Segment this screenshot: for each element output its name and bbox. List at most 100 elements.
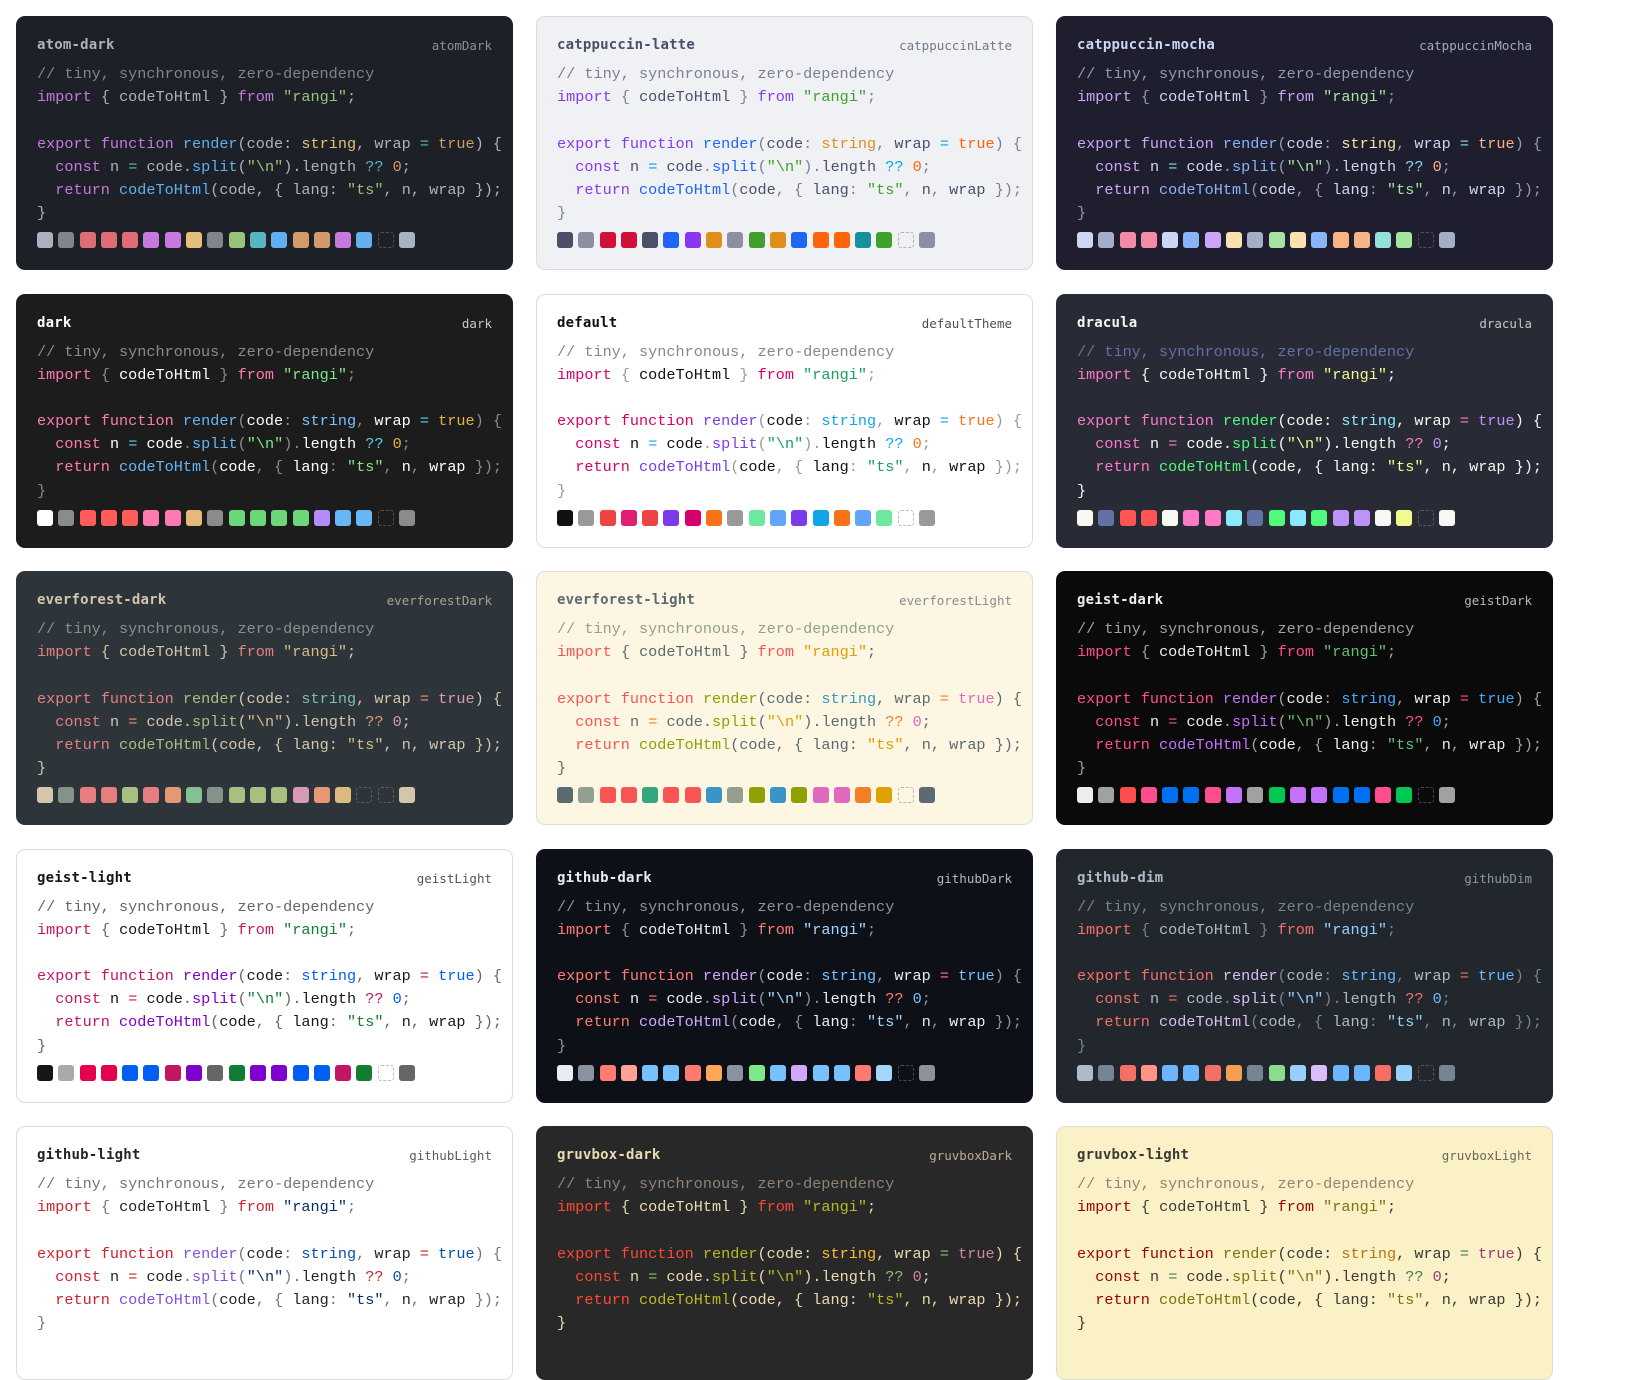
code-token: , <box>930 458 940 477</box>
theme-card-catppuccin-mocha[interactable]: catppuccin-mocha catppuccinMocha // tiny… <box>1056 16 1553 270</box>
color-swatch <box>684 509 701 526</box>
code-token: // tiny, synchronous, zero-dependency <box>1077 620 1415 638</box>
theme-card-header: default defaultTheme <box>557 313 1012 333</box>
code-token: }); <box>994 1013 1023 1032</box>
code-token: ( <box>757 689 767 708</box>
theme-card-gruvbox-light[interactable]: gruvbox-light gruvboxLight // tiny, sync… <box>1056 1126 1553 1380</box>
code-token: { <box>492 412 503 431</box>
code-token: code <box>1186 157 1223 176</box>
theme-card-dracula[interactable]: dracula dracula // tiny, synchronous, ze… <box>1056 293 1553 548</box>
code-token: codeToHtml <box>119 180 211 199</box>
code-token: function <box>100 967 174 986</box>
color-swatch <box>1098 509 1115 526</box>
code-token: render <box>1222 412 1278 431</box>
color-swatch <box>855 232 872 248</box>
code-token: . <box>1222 1267 1233 1286</box>
theme-card-catppuccin-latte[interactable]: catppuccin-latte catppuccinLatte // tiny… <box>536 16 1033 270</box>
code-token: "rangi" <box>1323 365 1387 384</box>
code-token: "ts" <box>867 1013 904 1032</box>
code-token: : <box>283 412 293 431</box>
code-token: codeToHtml <box>1159 180 1251 199</box>
color-swatch <box>1226 509 1243 526</box>
theme-name: atom-dark <box>37 37 115 53</box>
code-line: export function render(code: string, wra… <box>1077 688 1542 711</box>
code-line: export function render(code: string, wra… <box>1077 965 1542 988</box>
code-token: code <box>1186 990 1223 1009</box>
theme-card-header: atom-dark atomDark <box>37 35 492 55</box>
code-preview: // tiny, synchronous, zero-dependency imp… <box>37 896 502 1058</box>
theme-card-github-dim[interactable]: github-dim githubDim // tiny, synchronou… <box>1056 848 1553 1103</box>
theme-card-content: gruvbox-light gruvboxLight // tiny, sync… <box>1077 1127 1542 1379</box>
theme-card-github-dark[interactable]: github-dark githubDark // tiny, synchron… <box>536 848 1033 1103</box>
color-swatch <box>1204 509 1221 526</box>
code-token: n <box>1149 1267 1160 1286</box>
code-token: return <box>55 1290 110 1309</box>
code-token: ) <box>474 689 484 708</box>
code-token: : <box>283 689 293 708</box>
theme-card-default[interactable]: default defaultTheme // tiny, synchronou… <box>536 293 1033 548</box>
code-line: const n = code.split("\n").length ?? 0; <box>37 1266 502 1289</box>
theme-export-name: githubLight <box>409 1148 492 1163</box>
color-swatch <box>919 509 936 526</box>
code-token: , <box>1423 180 1433 199</box>
code-token: true <box>438 689 475 708</box>
color-swatch <box>684 232 701 248</box>
theme-card-atom-dark[interactable]: atom-dark atomDark // tiny, synchronous,… <box>16 16 513 270</box>
theme-card-dark[interactable]: dark dark // tiny, synchronous, zero-dep… <box>16 293 513 548</box>
code-token: { <box>1140 88 1150 107</box>
theme-name: github-dim <box>1077 869 1164 886</box>
code-line: } <box>557 757 1022 780</box>
code-token: return <box>1095 458 1150 477</box>
code-token: split <box>1232 435 1278 454</box>
theme-card-everforest-light[interactable]: everforest-light everforestLight // tiny… <box>536 571 1033 825</box>
color-swatch <box>79 1064 96 1081</box>
color-swatch-row <box>37 509 416 526</box>
code-token: return <box>55 1013 110 1032</box>
color-swatch <box>164 232 181 248</box>
color-swatch <box>1247 509 1264 526</box>
color-swatch <box>748 1064 765 1081</box>
code-token: wrap <box>429 1290 466 1309</box>
code-token: code <box>766 412 804 431</box>
code-token: ( <box>237 134 247 153</box>
code-token: return <box>1095 180 1150 199</box>
code-token: { <box>100 643 110 662</box>
code-token: } <box>1077 1314 1087 1333</box>
code-token: codeToHtml <box>119 920 211 939</box>
code-token: codeToHtml <box>639 1290 731 1309</box>
theme-card-geist-light[interactable]: geist-light geistLight // tiny, synchron… <box>16 848 513 1103</box>
code-preview: // tiny, synchronous, zero-dependency imp… <box>557 341 1022 503</box>
code-token: ?? <box>365 1267 384 1286</box>
code-token: : <box>848 458 858 477</box>
theme-card-header: gruvbox-dark gruvboxDark <box>557 1145 1012 1165</box>
color-swatch <box>399 232 416 248</box>
code-token: const <box>1095 157 1141 176</box>
code-token: return <box>575 735 630 754</box>
color-swatch <box>727 787 744 803</box>
theme-card-gruvbox-dark[interactable]: gruvbox-dark gruvboxDark // tiny, synchr… <box>536 1126 1033 1380</box>
theme-card-everforest-dark[interactable]: everforest-dark everforestDark // tiny, … <box>16 571 513 825</box>
theme-card-github-light[interactable]: github-light githubLight // tiny, synchr… <box>16 1126 513 1380</box>
code-token: "\n" <box>766 435 804 454</box>
code-token: ( <box>210 735 220 754</box>
code-token: ( <box>1250 1290 1260 1309</box>
code-token: // tiny, synchronous, zero-dependency <box>557 65 895 83</box>
code-token: "rangi" <box>803 1198 867 1217</box>
code-token: n <box>1441 458 1451 477</box>
code-token: : <box>803 967 813 986</box>
code-token: ) <box>1323 990 1333 1009</box>
theme-card-geist-dark[interactable]: geist-dark geistDark // tiny, synchronou… <box>1056 571 1553 825</box>
code-token: // tiny, synchronous, zero-dependency <box>1077 342 1415 361</box>
code-token: ) <box>1323 1267 1333 1286</box>
code-token: , <box>1396 412 1406 431</box>
code-token: }); <box>1514 1013 1543 1032</box>
code-token: : <box>1368 735 1378 754</box>
color-swatch-row <box>557 509 936 526</box>
code-token: = <box>1168 712 1178 731</box>
color-swatch <box>855 509 872 526</box>
code-token: string <box>301 412 357 431</box>
code-token: , <box>1450 458 1460 477</box>
code-token: : <box>1323 134 1333 153</box>
code-line: // tiny, synchronous, zero-dependency <box>1077 341 1542 364</box>
